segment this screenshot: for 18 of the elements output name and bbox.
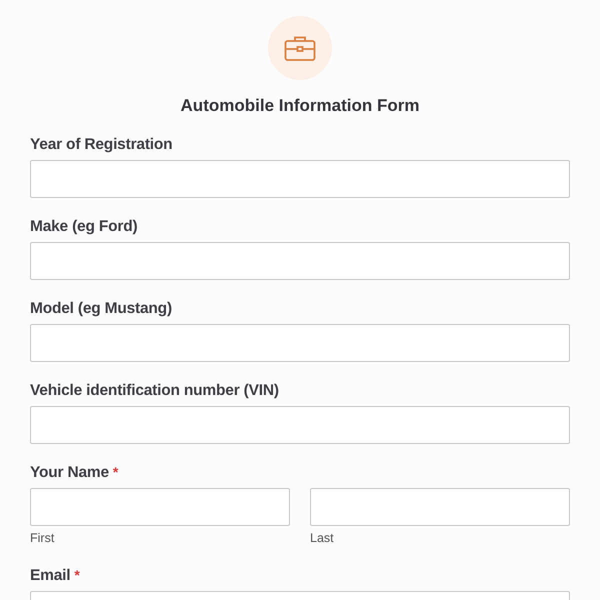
field-label: Make (eg Ford) [30,218,138,236]
field-label: Year of Registration [30,136,172,154]
input-field[interactable] [30,242,570,280]
briefcase-icon [284,34,316,62]
field-label: Your Name [30,464,109,482]
input-field[interactable] [30,324,570,362]
required-mark: * [74,567,80,583]
required-mark: * [112,464,118,480]
input-field[interactable] [30,160,570,198]
input-field[interactable] [310,488,570,526]
field-label: Vehicle identification number (VIN) [30,382,279,400]
field-label: Model (eg Mustang) [30,300,172,318]
input-field[interactable] [30,406,570,444]
form-title: Automobile Information Form [180,96,420,116]
field-label: Email [30,567,70,585]
field-sublabel: First [30,531,54,545]
field-sublabel: Last [310,531,334,545]
input-field[interactable] [30,488,290,526]
